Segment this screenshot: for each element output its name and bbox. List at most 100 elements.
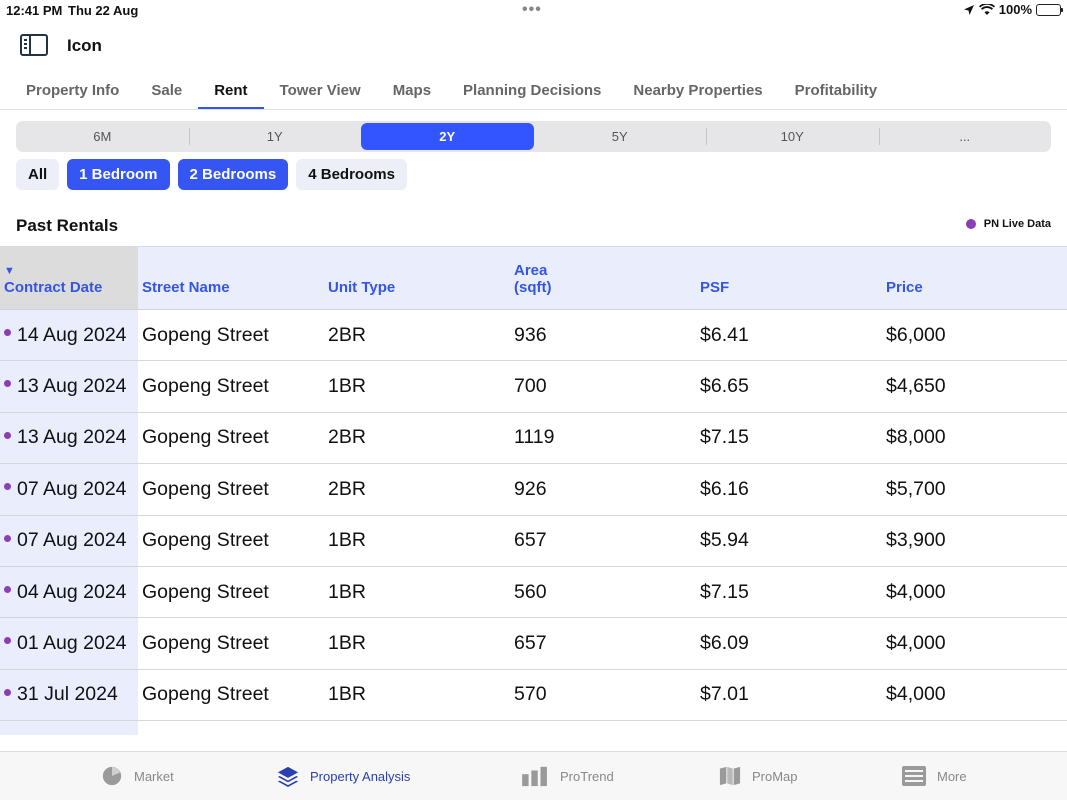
cell-psf: $6.09 <box>700 632 749 655</box>
period-6m[interactable]: 6M <box>16 121 189 152</box>
tab-maps[interactable]: Maps <box>377 70 447 109</box>
cell-street-name: Gopeng Street <box>142 529 269 552</box>
cell-contract-date: 13 Aug 2024 <box>0 361 138 412</box>
filter-all[interactable]: All <box>16 159 60 190</box>
cell-contract-date-content: 04 Aug 2024 <box>4 581 127 604</box>
period-more[interactable]: ... <box>878 121 1052 152</box>
period-10y[interactable]: 10Y <box>706 121 879 152</box>
filter-4-bedrooms[interactable]: 4 Bedrooms <box>296 159 407 190</box>
column-header-area[interactable]: Area (sqft) <box>510 247 696 309</box>
column-label-unit-type: Unit Type <box>328 279 396 296</box>
nav-market[interactable]: Market <box>100 765 174 787</box>
tabs-divider <box>0 109 1067 110</box>
cell-price: $6,000 <box>886 323 946 346</box>
cell-psf: $6.41 <box>700 323 749 346</box>
map-icon <box>719 766 741 786</box>
cell-contract-date-content: 13 Aug 2024 <box>4 426 127 449</box>
filter-1-bedroom[interactable]: 1 Bedroom <box>67 159 170 190</box>
tab-tower-view[interactable]: Tower View <box>264 70 377 109</box>
battery-percent: 100% <box>998 2 1032 17</box>
cell-psf: $7.15 <box>700 580 749 603</box>
layers-icon <box>277 766 299 787</box>
status-bar: 12:41 PM Thu 22 Aug ••• 100% <box>0 0 1067 20</box>
tab-planning-decisions[interactable]: Planning Decisions <box>447 70 617 109</box>
table-row[interactable]: 07 Aug 2024 Gopeng Street 2BR 926 $6.16 $5,70… <box>0 464 1067 516</box>
title-row: Icon <box>0 30 1067 60</box>
nav-label-protrend: ProTrend <box>560 768 614 784</box>
wifi-icon <box>978 3 995 15</box>
period-2y[interactable]: 2Y <box>361 123 534 150</box>
legend: PN Live Data <box>965 218 1051 230</box>
cell-price: $4,650 <box>886 375 946 398</box>
table-row[interactable]: 07 Aug 2024 Gopeng Street 1BR 657 $5.94 $3,90… <box>0 515 1067 567</box>
location-arrow-icon <box>963 4 974 15</box>
bedroom-filters: All 1 Bedroom 2 Bedrooms 4 Bedrooms <box>16 159 407 190</box>
legend-dot-icon <box>965 219 976 229</box>
table-row[interactable]: 31 Jul 2024 Gopeng Street 1BR 570 $7.01 $4,00… <box>0 669 1067 722</box>
period-5y[interactable]: 5Y <box>534 121 707 152</box>
cell-street-name: Gopeng Street <box>142 580 269 603</box>
cell-price: $4,000 <box>886 683 946 706</box>
live-data-dot-icon <box>4 329 11 337</box>
cell-contract-date-content: 07 Aug 2024 <box>4 478 127 501</box>
column-label-area: Area <box>514 262 548 279</box>
tab-sale[interactable]: Sale <box>135 70 198 109</box>
tab-rent[interactable]: Rent <box>198 70 264 109</box>
tab-nearby-properties[interactable]: Nearby Properties <box>617 70 778 109</box>
status-right: 100% <box>963 2 1063 17</box>
column-label-area-unit: (sqft) <box>514 279 552 296</box>
cell-price: $8,000 <box>886 426 946 449</box>
table-row[interactable]: 13 Aug 2024 Gopeng Street 2BR 1119 $7.15 $8,0… <box>0 412 1067 465</box>
multitasking-dots-icon[interactable]: ••• <box>522 1 542 19</box>
column-header-contract-date[interactable]: ▼ Contract Date <box>0 247 138 309</box>
period-segmented-control: 6M 1Y 2Y 5Y 10Y ... <box>16 121 1051 152</box>
nav-protrend[interactable]: ProTrend <box>520 765 614 787</box>
table-row[interactable]: 01 Aug 2024 Gopeng Street 1BR 657 $6.09 $4,00… <box>0 618 1067 670</box>
cell-area: 560 <box>514 580 547 603</box>
cell-price: $4,000 <box>886 580 946 603</box>
table-row[interactable]: 13 Aug 2024 Gopeng Street 1BR 700 $6.65 $4,65… <box>0 361 1067 413</box>
cell-street-name: Gopeng Street <box>142 375 269 398</box>
column-label-price: Price <box>886 279 923 296</box>
cell-unit-type: 1BR <box>328 683 366 706</box>
cell-contract-date-content: 13 Aug 2024 <box>4 375 127 398</box>
pie-chart-icon <box>102 766 122 786</box>
section-title: Past Rentals <box>16 216 119 235</box>
cell-contract-date-content: 07 Aug 2024 <box>4 529 127 552</box>
filter-2-bedrooms[interactable]: 2 Bedrooms <box>177 159 289 190</box>
cell-area: 1119 <box>514 426 555 449</box>
bar-chart-icon <box>522 766 547 787</box>
nav-property-analysis[interactable]: Property Analysis <box>276 765 410 787</box>
column-header-unit-type[interactable]: Unit Type <box>324 247 510 309</box>
cell-price: $5,700 <box>886 477 946 500</box>
cell-psf: $6.16 <box>700 477 749 500</box>
tab-bar: Property Info Sale Rent Tower View Maps … <box>10 70 893 110</box>
cell-price: $3,900 <box>886 529 946 552</box>
live-data-dot-icon <box>4 483 11 491</box>
sidebar-toggle-icon[interactable] <box>20 34 48 56</box>
app-screen: 12:41 PM Thu 22 Aug ••• 100% Icon Proper… <box>0 0 1067 800</box>
nav-promap[interactable]: ProMap <box>718 765 798 787</box>
tab-profitability[interactable]: Profitability <box>779 70 894 109</box>
cell-contract-date-text: 13 Aug 2024 <box>17 426 127 449</box>
cell-street-name: Gopeng Street <box>142 323 269 346</box>
cell-area: 657 <box>514 529 547 552</box>
cell-contract-date-content: 01 Aug 2024 <box>4 632 127 655</box>
table-row[interactable]: 04 Aug 2024 Gopeng Street 1BR 560 $7.15 $4,00… <box>0 566 1067 619</box>
cell-psf: $6.65 <box>700 375 749 398</box>
cell-contract-date-text: 14 Aug 2024 <box>17 323 127 346</box>
column-header-street-name[interactable]: Street Name <box>138 247 324 309</box>
cell-area: 700 <box>514 375 547 398</box>
table-row[interactable]: 14 Aug 2024 Gopeng Street 2BR 936 $6.41 $6,00… <box>0 310 1067 362</box>
cell-contract-date: 04 Aug 2024 <box>0 566 138 618</box>
period-1y[interactable]: 1Y <box>188 121 362 152</box>
live-data-dot-icon <box>4 534 11 542</box>
nav-label-more: More <box>937 768 967 784</box>
cell-area: 926 <box>514 477 547 500</box>
nav-label-market: Market <box>134 768 174 784</box>
column-header-price[interactable]: Price <box>882 247 1067 309</box>
nav-more[interactable]: More <box>901 765 967 787</box>
column-header-psf[interactable]: PSF <box>696 247 882 309</box>
tab-property-info[interactable]: Property Info <box>10 70 135 109</box>
cell-unit-type: 1BR <box>328 580 366 603</box>
